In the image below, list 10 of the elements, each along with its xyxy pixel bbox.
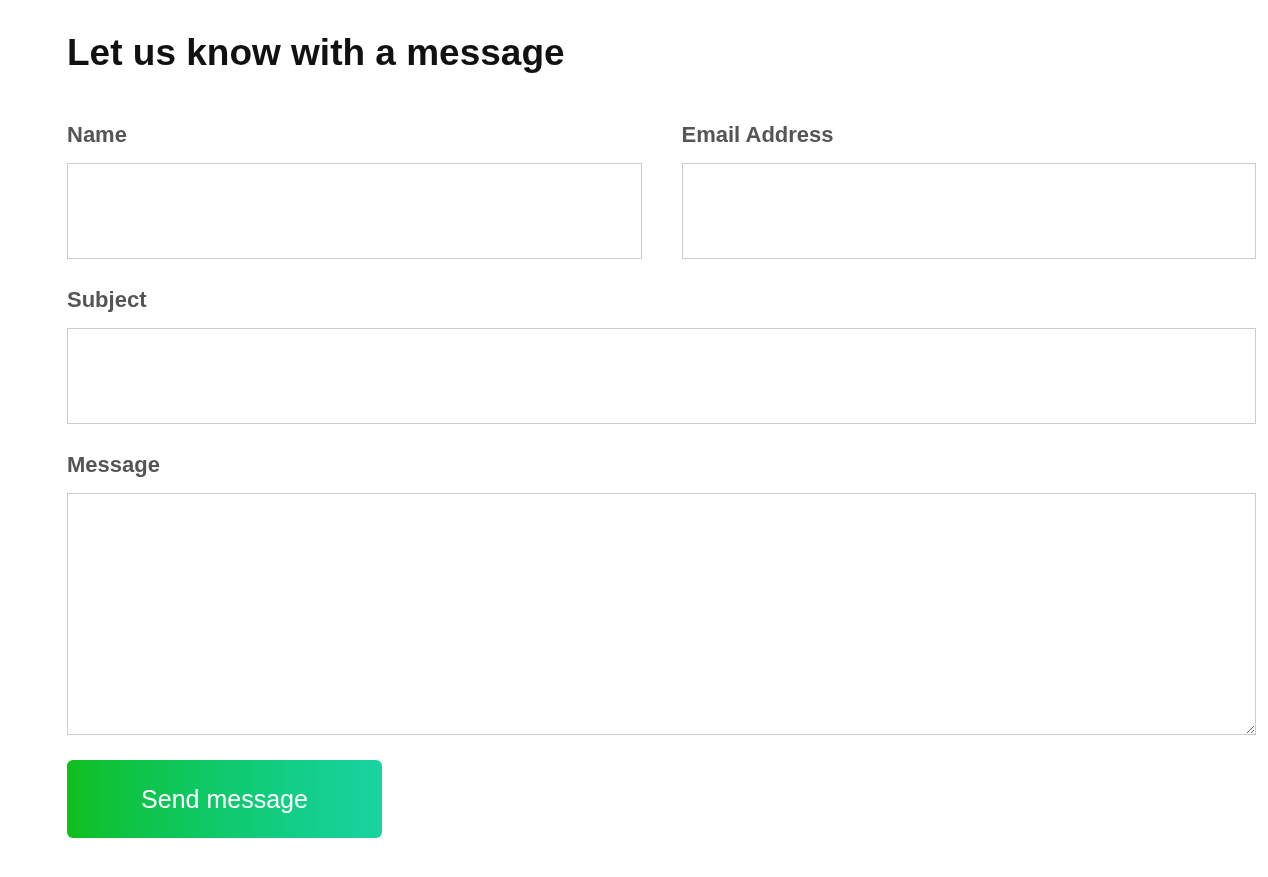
form-heading: Let us know with a message	[67, 31, 565, 75]
field-label: Name	[67, 124, 127, 147]
send-message-button[interactable]: Send message	[67, 760, 382, 839]
message-field[interactable]	[67, 493, 1256, 736]
field-label: Subject	[67, 289, 147, 312]
input-field[interactable]	[67, 328, 1256, 425]
field-label: Email Address	[681, 124, 834, 147]
input-field[interactable]	[681, 163, 1256, 260]
input-field[interactable]	[67, 163, 642, 260]
field-label: Message	[67, 454, 160, 477]
